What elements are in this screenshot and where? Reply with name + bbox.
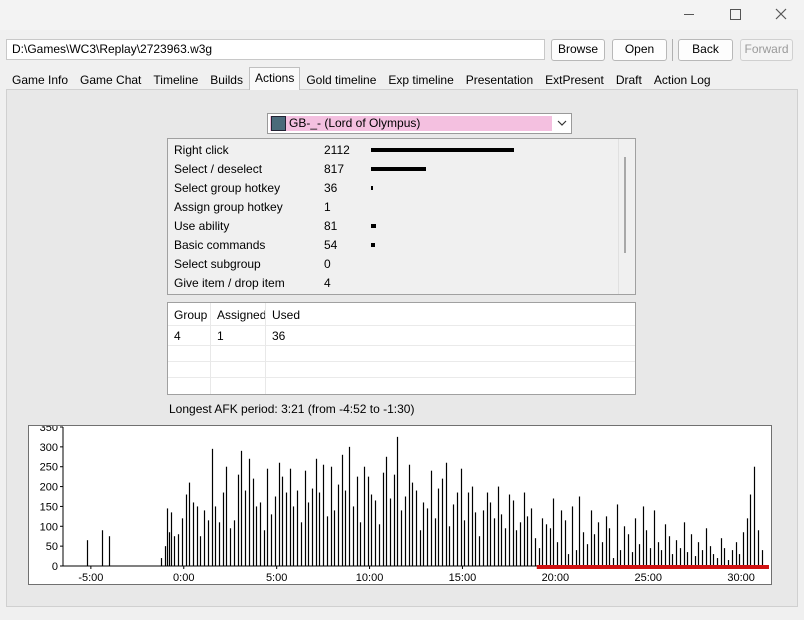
tab-game-info[interactable]: Game Info xyxy=(6,69,74,89)
close-icon xyxy=(775,8,787,20)
y-tick-label: 200 xyxy=(40,482,58,494)
tab-game-chat[interactable]: Game Chat xyxy=(74,69,147,89)
cell-assigned: 1 xyxy=(211,326,266,346)
action-bar xyxy=(371,243,375,247)
row-divider xyxy=(168,377,635,378)
action-name: Give item / drop item xyxy=(174,276,285,290)
action-name: Select group hotkey xyxy=(174,181,281,195)
table-row[interactable]: 4 1 36 xyxy=(168,326,326,346)
action-bar xyxy=(371,186,373,190)
replay-path-field[interactable]: D:\Games\WC3\Replay\2723963.w3g xyxy=(6,39,545,60)
apm-chart-svg: 0 50 100 150 200 250 300 350 -5:00 0:00 5:00 10:00 1… xyxy=(40,426,769,584)
y-tick-label: 100 xyxy=(40,521,58,533)
x-tick-label: 20:00 xyxy=(542,572,570,584)
y-tick-label: 0 xyxy=(52,561,58,573)
y-tick-label: 50 xyxy=(46,541,58,553)
action-count: 36 xyxy=(324,181,338,195)
forward-button[interactable]: Forward xyxy=(740,39,793,61)
toolbar-separator xyxy=(672,39,673,61)
column-header-used[interactable]: Used xyxy=(266,305,326,325)
title-bar xyxy=(0,0,804,30)
selected-player-label: GB-_- (Lord of Olympus) xyxy=(289,116,421,130)
open-button[interactable]: Open xyxy=(612,39,667,61)
maximize-icon xyxy=(729,8,741,20)
action-count: 2112 xyxy=(324,143,350,157)
cell-used: 36 xyxy=(272,329,286,343)
chevron-down-icon xyxy=(557,120,567,126)
tab-actions[interactable]: Actions xyxy=(248,67,301,90)
tab-timeline[interactable]: Timeline xyxy=(147,69,204,89)
action-count: 54 xyxy=(324,238,338,252)
x-tick-label: 30:00 xyxy=(727,572,755,584)
action-bar xyxy=(371,148,514,152)
row-divider xyxy=(168,345,635,346)
actions-list[interactable]: Right click 2112 Select / deselect 817 S… xyxy=(167,138,636,295)
action-name: Right click xyxy=(174,143,229,157)
close-button[interactable] xyxy=(758,0,804,28)
tab-builds[interactable]: Builds xyxy=(204,69,249,89)
x-tick-label: 10:00 xyxy=(356,572,384,584)
x-tick-label: 5:00 xyxy=(266,572,287,584)
action-count: 4 xyxy=(324,276,331,290)
minimize-icon xyxy=(684,13,694,15)
minimize-button[interactable] xyxy=(666,0,712,28)
player-select[interactable]: GB-_- (Lord of Olympus) xyxy=(267,113,572,134)
action-count: 817 xyxy=(324,162,345,176)
tab-action-log[interactable]: Action Log xyxy=(648,69,717,89)
hero-portrait-icon xyxy=(271,116,286,131)
action-name: Assign group hotkey xyxy=(174,200,283,214)
back-button[interactable]: Back xyxy=(678,39,733,61)
tab-gold-timeline[interactable]: Gold timeline xyxy=(300,69,382,89)
actions-per-minute-graph: 0 50 100 150 200 250 300 350 -5:00 0:00 5:00 10:00 1… xyxy=(28,425,772,585)
tab-exp-timeline[interactable]: Exp timeline xyxy=(382,69,459,89)
action-bar xyxy=(371,224,376,228)
tab-presentation[interactable]: Presentation xyxy=(460,69,539,89)
y-tick-label: 250 xyxy=(40,462,58,474)
y-tick-label: 300 xyxy=(40,442,58,454)
cell-group: 4 xyxy=(168,326,211,346)
action-count: 1 xyxy=(324,200,331,214)
maximize-button[interactable] xyxy=(712,0,758,28)
action-count: 81 xyxy=(324,219,338,233)
table-header: Group Assigned Used xyxy=(168,305,326,325)
column-divider xyxy=(210,303,211,394)
afk-period-label: Longest AFK period: 3:21 (from -4:52 to … xyxy=(169,402,415,416)
scrollbar-thumb[interactable] xyxy=(624,157,626,253)
tab-draft[interactable]: Draft xyxy=(610,69,648,89)
x-tick-label: -5:00 xyxy=(78,572,103,584)
action-name: Select / deselect xyxy=(174,162,263,176)
action-name: Use ability xyxy=(174,219,230,233)
browse-button[interactable]: Browse xyxy=(551,39,605,61)
row-divider xyxy=(168,361,635,362)
action-name: Basic commands xyxy=(174,238,266,252)
action-bar xyxy=(371,167,426,171)
scrollbar-track[interactable] xyxy=(618,139,619,294)
hotkey-groups-table[interactable]: Group Assigned Used 4 1 36 xyxy=(167,302,636,395)
x-tick-label: 0:00 xyxy=(173,572,194,584)
x-tick-label: 15:00 xyxy=(449,572,477,584)
column-divider xyxy=(265,303,266,394)
action-count: 0 xyxy=(324,257,331,271)
x-tick-label: 25:00 xyxy=(634,572,662,584)
action-name: Select subgroup xyxy=(174,257,261,271)
row-divider xyxy=(168,325,635,326)
column-header-assigned[interactable]: Assigned xyxy=(211,305,266,325)
y-tick-label: 350 xyxy=(40,426,58,434)
tab-extpresent[interactable]: ExtPresent xyxy=(539,69,610,89)
column-header-group[interactable]: Group xyxy=(168,305,211,325)
y-tick-label: 150 xyxy=(40,501,58,513)
tab-strip: Game Info Game Chat Timeline Builds Acti… xyxy=(6,67,717,90)
